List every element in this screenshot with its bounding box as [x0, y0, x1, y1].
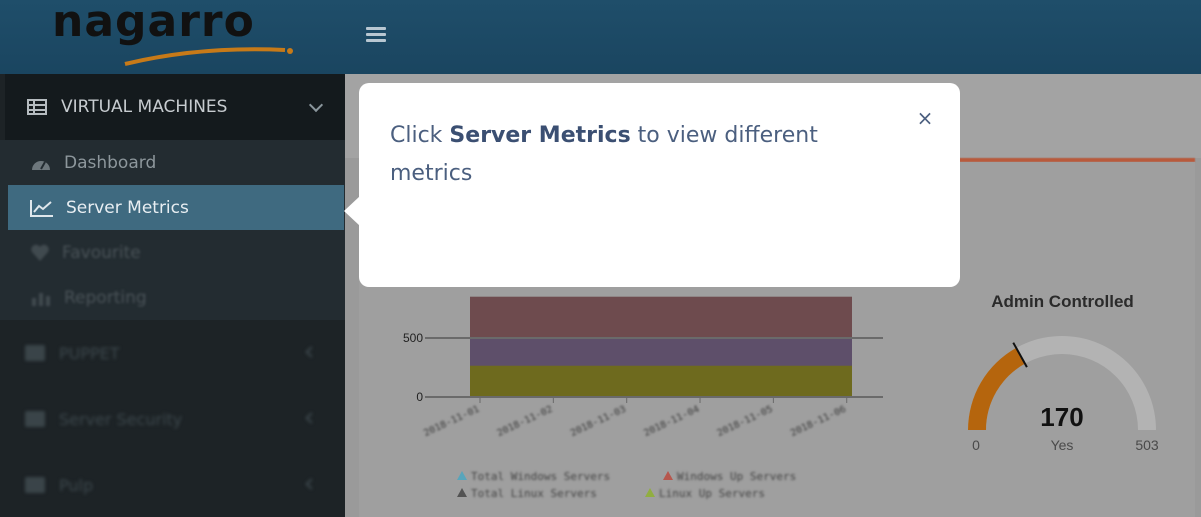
gauge-fill [968, 347, 1025, 430]
line-chart-icon [30, 199, 53, 217]
dashboard-icon [32, 160, 50, 170]
legend-marker [663, 471, 673, 480]
table-icon [25, 477, 45, 493]
area-layer-2 [470, 365, 852, 397]
x-tick-label: 2018-11-01 [422, 404, 481, 439]
legend-item: Total Linux Servers [471, 487, 597, 500]
sidebar-item-pulp[interactable]: Pulp [0, 460, 345, 510]
y-tick-label: 500 [403, 331, 423, 345]
sidebar-section-label: VIRTUAL MACHINES [61, 97, 228, 117]
chevron-left-icon [305, 478, 317, 490]
x-tick-label: 2018-11-03 [569, 404, 628, 439]
legend-item: Windows Up Servers [677, 470, 796, 483]
sidebar-item-label: Server Metrics [66, 197, 189, 218]
gauge-label: Yes [1051, 437, 1074, 453]
close-icon[interactable]: × [916, 108, 934, 128]
logo-swoosh [124, 47, 293, 66]
sidebar-item-server-metrics[interactable]: Server Metrics [8, 185, 344, 230]
nagarro-logo[interactable]: nagarro [52, 0, 255, 47]
legend-item: Linux Up Servers [659, 487, 765, 500]
popover-text-before: Click [390, 123, 450, 148]
bar-chart-icon [32, 292, 50, 306]
table-icon [25, 411, 45, 427]
chart-area-layers [470, 296, 852, 397]
legend-marker [457, 488, 467, 497]
chevron-left-icon [305, 346, 317, 358]
sidebar-item-server-security[interactable]: Server Security [0, 394, 345, 444]
sidebar-item-label: Pulp [59, 475, 94, 495]
popover-arrow [344, 196, 360, 226]
x-tick-label: 2018-11-05 [715, 404, 774, 439]
sidebar-item-favourite[interactable]: Favourite [8, 230, 344, 275]
sidebar-item-dashboard[interactable]: Dashboard [8, 140, 344, 185]
legend-marker [457, 471, 467, 480]
popover-text-highlight: Server Metrics [449, 123, 631, 148]
hamburger-icon[interactable] [366, 27, 386, 45]
top-header: nagarro [0, 0, 1201, 74]
sidebar: VIRTUAL MACHINES Dashboard Server Metric… [0, 74, 345, 517]
heart-icon [31, 244, 49, 261]
guide-popover: Click Server Metrics to view different m… [359, 83, 960, 287]
sidebar-item-label: PUPPET [59, 343, 120, 363]
sidebar-item-label: Favourite [62, 242, 141, 263]
chart-legend: Total Windows Servers Windows Up Servers T… [457, 470, 796, 500]
legend-item: Total Windows Servers [471, 470, 610, 483]
chevron-left-icon [305, 412, 317, 424]
servers-area-chart: 0500 2018-11-01 2018-11-02 2018-11-03 2018-… [403, 296, 883, 500]
sidebar-item-label: Dashboard [64, 152, 157, 173]
gauge-value: 170 [1040, 402, 1083, 432]
sidebar-section-virtual-machines[interactable]: VIRTUAL MACHINES [5, 74, 345, 140]
legend-marker [645, 488, 655, 497]
chevron-down-icon [308, 97, 324, 113]
sidebar-item-label: Reporting [64, 287, 147, 308]
sidebar-item-reporting[interactable]: Reporting [8, 275, 344, 320]
table-icon [27, 99, 47, 115]
x-tick-label: 2018-11-04 [642, 404, 701, 439]
y-tick-label: 0 [416, 390, 423, 404]
x-tick-label: 2018-11-02 [495, 404, 554, 439]
gauge-min-label: 0 [972, 437, 980, 453]
admin-controlled-gauge: 170 Yes 0 503 [968, 336, 1159, 453]
x-tick-label: 2018-11-06 [789, 404, 848, 439]
popover-message: Click Server Metrics to view different m… [390, 117, 860, 193]
gauge-max-label: 503 [1135, 437, 1159, 453]
table-icon [25, 345, 45, 361]
sidebar-submenu: Dashboard Server Metrics Favourite Repor… [0, 140, 345, 320]
gauge-title: Admin Controlled [991, 292, 1134, 311]
sidebar-item-puppet[interactable]: PUPPET [0, 328, 345, 378]
chart-x-axis: 2018-11-01 2018-11-02 2018-11-03 2018-11-04… [422, 397, 848, 439]
sidebar-item-label: Server Security [59, 409, 183, 429]
